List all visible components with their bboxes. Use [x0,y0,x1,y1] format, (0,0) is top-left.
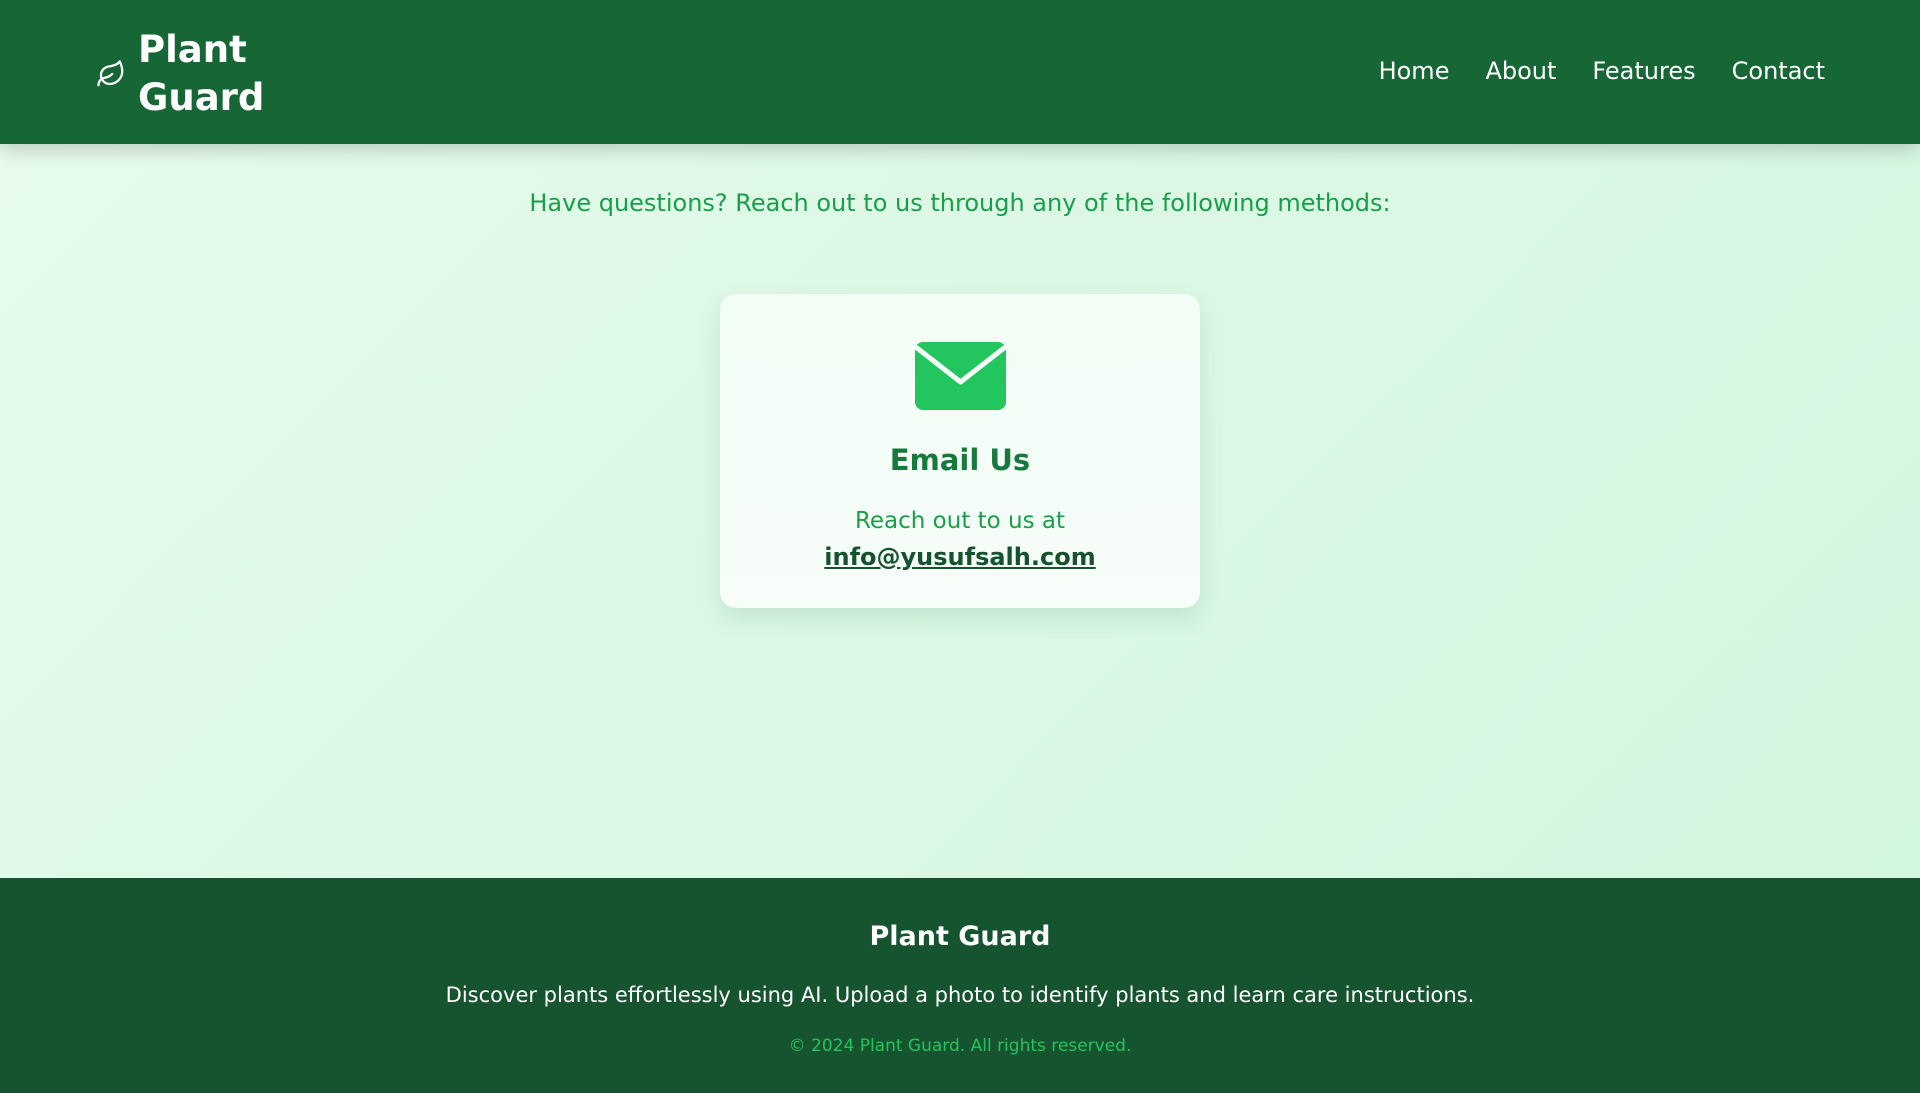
email-link[interactable]: info@yusufsalh.com [720,540,1200,574]
main-nav: Home About Features Contact [1379,56,1825,86]
nav-features[interactable]: Features [1592,56,1695,86]
brand-name: Plant Guard [138,28,265,119]
email-card: Email Us Reach out to us at info@yusufsa… [720,294,1200,608]
contact-intro: Have questions? Reach out to us through … [529,189,1391,217]
site-footer: Plant Guard Discover plants effortlessly… [0,878,1920,1093]
nav-home[interactable]: Home [1379,56,1450,86]
nav-about[interactable]: About [1485,56,1556,86]
envelope-icon [914,342,1007,410]
site-header: Plant Guard Home About Features Contact [0,0,1920,144]
footer-copyright: © 2024 Plant Guard. All rights reserved. [788,1036,1132,1056]
footer-description: Discover plants effortlessly using AI. U… [445,983,1475,1007]
card-title: Email Us [889,443,1031,477]
footer-title: Plant Guard [869,921,1051,952]
leaf-icon [96,58,128,90]
contact-section: Have questions? Reach out to us through … [0,144,1920,878]
nav-contact[interactable]: Contact [1732,56,1825,86]
brand-logo[interactable]: Plant Guard [96,26,265,122]
card-text: Reach out to us at [854,508,1066,534]
